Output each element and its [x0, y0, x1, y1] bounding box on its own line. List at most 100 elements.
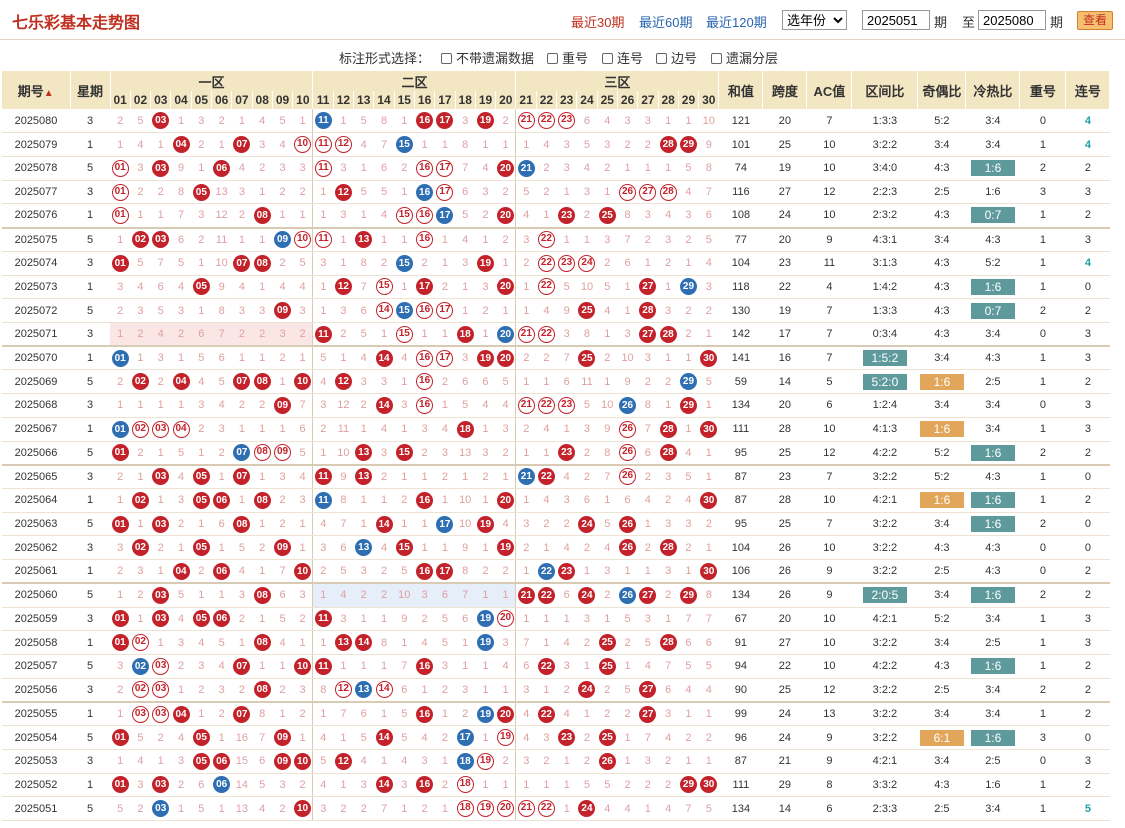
option-miss-layer[interactable]: 遗漏分层 — [711, 48, 778, 67]
odd-even-cell: 4:3 — [917, 251, 966, 276]
drawn-number-cell: 10 — [292, 227, 314, 252]
recent-60-link[interactable]: 最近60期 — [639, 12, 692, 31]
zone-ratio-cell: 5:2:0 — [851, 369, 918, 395]
miss-count-cell: 3 — [292, 156, 314, 181]
miss-count-cell: 4 — [373, 417, 395, 442]
number-ball: 14 — [375, 349, 393, 367]
miss-count-cell: 2 — [150, 180, 171, 205]
consec-cell: 2 — [1065, 654, 1110, 679]
miss-count-cell: 1 — [130, 607, 151, 632]
drawn-number-cell: 27 — [637, 275, 659, 300]
weekday-cell: 3 — [70, 464, 110, 489]
table-row: 2025052 1 01 3 03 2 6 06 14 5 3 2 4 1 3 14 3 16 2 18 1 1 1 1 1 5 5… — [2, 773, 1110, 798]
miss-count-cell: 3 — [191, 654, 212, 679]
miss-count-cell: 4 — [231, 275, 253, 300]
miss-count-cell: 1 — [455, 654, 476, 679]
recent-30-link[interactable]: 最近30期 — [571, 12, 624, 31]
sum-cell: 87 — [718, 464, 763, 489]
number-ball: 14 — [375, 776, 393, 794]
miss-count-cell: 1 — [556, 773, 577, 798]
drawn-number-cell: 02 — [130, 535, 151, 561]
miss-count-cell: 1 — [455, 275, 476, 300]
number-ball: 05 — [192, 491, 210, 509]
repeat-cell: 1 — [1019, 227, 1066, 252]
checkbox-icon[interactable] — [656, 53, 667, 64]
option-consecutive[interactable]: 连号 — [602, 48, 643, 67]
number-ball: 22 — [537, 800, 555, 818]
number-ball: 16 — [416, 159, 434, 177]
to-issue-input[interactable] — [978, 10, 1046, 30]
odd-even-cell: 1:6 — [917, 417, 966, 442]
table-row: 2025055 1 1 03 03 04 1 2 07 8 1 2 1 7 6 1 5 16 1 2 19 20 4 22 4 1… — [2, 701, 1110, 727]
miss-count-cell: 2 — [252, 322, 273, 348]
miss-count-cell: 2 — [495, 559, 517, 585]
miss-count-cell: 6 — [455, 369, 476, 395]
miss-count-cell: 7 — [658, 654, 679, 679]
weekday-cell: 1 — [70, 346, 110, 371]
checkbox-icon[interactable] — [547, 53, 558, 64]
miss-count-cell: 1 — [658, 607, 679, 632]
miss-count-cell: 2 — [110, 298, 131, 323]
number-header: 28 — [658, 91, 679, 109]
miss-count-cell: 2 — [110, 369, 131, 395]
miss-count-cell: 1 — [455, 298, 476, 323]
miss-count-cell: 4 — [312, 369, 334, 395]
number-ball: 07 — [233, 468, 251, 486]
miss-count-cell: 2 — [597, 701, 618, 727]
drawn-number-cell: 13 — [353, 464, 374, 489]
checkbox-icon[interactable] — [711, 53, 722, 64]
consec-cell: 3 — [1065, 630, 1110, 656]
from-issue-input[interactable] — [862, 10, 930, 30]
sort-icon[interactable]: ▲ — [44, 88, 54, 99]
miss-count-cell: 2 — [150, 725, 171, 750]
number-ball: 12 — [334, 373, 352, 391]
miss-count-cell: 1 — [658, 275, 679, 300]
recent-120-link[interactable]: 最近120期 — [706, 12, 767, 31]
miss-count-cell: 1 — [678, 749, 699, 774]
option-label: 遗漏分层 — [726, 51, 779, 66]
number-ball: 20 — [497, 610, 515, 628]
issue-header[interactable]: 期号▲ — [2, 71, 71, 109]
query-button[interactable]: 查看 — [1077, 11, 1113, 30]
highlight-tag: 1:6 — [970, 492, 1015, 509]
sum-cell: 87 — [718, 749, 763, 774]
drawn-number-cell: 01 — [110, 251, 131, 276]
table-row: 2025074 3 01 5 7 5 1 10 07 08 2 5 3 1 8 2 15 2 1 3 19 1 2 22 23 2… — [2, 251, 1110, 276]
zone-ratio-cell: 3:3:2 — [851, 773, 918, 798]
highlight-tag: 6:1 — [919, 729, 964, 746]
drawn-number-cell: 01 — [110, 441, 131, 466]
year-select[interactable]: 选年份 — [782, 10, 847, 30]
miss-count-cell: 3 — [515, 512, 537, 537]
miss-count-cell: 11 — [211, 227, 232, 252]
miss-count-cell: 1 — [292, 535, 314, 561]
miss-count-cell: 3 — [556, 132, 577, 157]
checkbox-icon[interactable] — [441, 53, 452, 64]
miss-count-cell: 5 — [678, 654, 699, 679]
miss-count-cell: 1 — [536, 369, 557, 395]
repeat-cell: 1 — [1019, 773, 1066, 798]
miss-count-cell: 7 — [455, 156, 476, 181]
miss-count-cell: 2 — [414, 796, 435, 822]
option-no-miss[interactable]: 不带遗漏数据 — [441, 48, 534, 67]
table-row: 2025079 1 1 4 1 04 2 1 07 3 4 10 11 12 4 7 15 1 1 8 1 1 1 4 3 5 3 2… — [2, 132, 1110, 157]
miss-count-cell: 2 — [130, 441, 151, 466]
drawn-number-cell: 07 — [231, 654, 253, 679]
miss-count-cell: 4 — [434, 417, 456, 442]
option-label: 连号 — [617, 51, 644, 66]
miss-count-cell: 1 — [394, 369, 415, 395]
number-ball: 03 — [152, 610, 170, 628]
miss-count-cell: 1 — [515, 607, 537, 632]
repeat-cell: 0 — [1019, 535, 1066, 561]
checkbox-icon[interactable] — [602, 53, 613, 64]
option-repeat[interactable]: 重号 — [547, 48, 588, 67]
miss-count-cell: 1 — [373, 654, 395, 679]
drawn-number-cell: 13 — [353, 678, 374, 703]
number-ball: 15 — [395, 206, 413, 224]
option-edge[interactable]: 边号 — [656, 48, 697, 67]
repeat-cell: 1 — [1019, 488, 1066, 513]
miss-count-cell: 6 — [455, 180, 476, 205]
miss-count-cell: 9 — [698, 132, 719, 157]
issue-cell: 2025071 — [2, 322, 70, 348]
number-ball: 20 — [497, 705, 515, 723]
drawn-number-cell: 05 — [191, 749, 212, 774]
